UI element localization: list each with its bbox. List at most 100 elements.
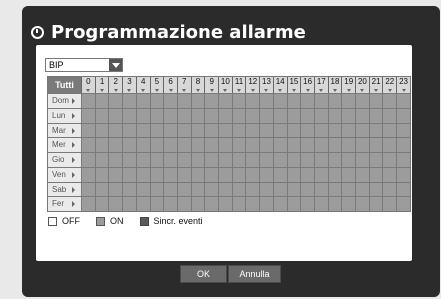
schedule-cell[interactable] — [218, 123, 232, 138]
hour-header-cell[interactable]: 17 — [313, 77, 328, 93]
schedule-cell[interactable] — [122, 182, 136, 197]
schedule-cell[interactable] — [163, 182, 177, 197]
schedule-cell[interactable] — [368, 94, 383, 108]
schedule-cell[interactable] — [396, 108, 410, 123]
schedule-cell[interactable] — [245, 138, 260, 152]
schedule-cell[interactable] — [231, 94, 246, 108]
hour-header-cell[interactable]: 0 — [81, 77, 95, 93]
hour-header-cell[interactable]: 11 — [231, 77, 246, 93]
schedule-cell[interactable] — [163, 197, 177, 211]
schedule-cell[interactable] — [286, 94, 301, 108]
schedule-cell[interactable] — [245, 197, 260, 211]
day-label[interactable]: Gio — [48, 153, 81, 167]
schedule-cell[interactable] — [190, 182, 205, 197]
schedule-cell[interactable] — [94, 94, 109, 108]
schedule-cell[interactable] — [259, 108, 273, 123]
schedule-cell[interactable] — [382, 123, 397, 138]
schedule-cell[interactable] — [300, 94, 314, 108]
schedule-cell[interactable] — [163, 108, 177, 123]
schedule-cell[interactable] — [94, 138, 109, 152]
schedule-cell[interactable] — [94, 167, 109, 182]
schedule-cell[interactable] — [396, 197, 410, 211]
schedule-cell[interactable] — [382, 153, 397, 167]
day-label[interactable]: Mer — [48, 138, 81, 152]
schedule-cell[interactable] — [327, 197, 342, 211]
schedule-cell[interactable] — [176, 108, 191, 123]
hour-header-cell[interactable]: 16 — [300, 77, 314, 93]
schedule-cell[interactable] — [327, 153, 342, 167]
schedule-cell[interactable] — [122, 153, 136, 167]
schedule-cell[interactable] — [341, 123, 356, 138]
schedule-cell[interactable] — [135, 108, 150, 123]
schedule-cell[interactable] — [94, 108, 109, 123]
schedule-cell[interactable] — [218, 167, 232, 182]
schedule-cell[interactable] — [355, 167, 369, 182]
schedule-cell[interactable] — [218, 108, 232, 123]
schedule-cell[interactable] — [108, 138, 123, 152]
schedule-cell[interactable] — [231, 153, 246, 167]
schedule-cell[interactable] — [149, 197, 164, 211]
schedule-cell[interactable] — [355, 138, 369, 152]
schedule-cell[interactable] — [368, 138, 383, 152]
schedule-cell[interactable] — [259, 94, 273, 108]
schedule-cell[interactable] — [286, 108, 301, 123]
schedule-cell[interactable] — [81, 167, 95, 182]
schedule-cell[interactable] — [122, 167, 136, 182]
schedule-cell[interactable] — [259, 182, 273, 197]
schedule-cell[interactable] — [231, 108, 246, 123]
schedule-cell[interactable] — [300, 153, 314, 167]
schedule-cell[interactable] — [313, 167, 328, 182]
schedule-cell[interactable] — [190, 108, 205, 123]
schedule-cell[interactable] — [176, 138, 191, 152]
schedule-cell[interactable] — [231, 123, 246, 138]
day-label[interactable]: Sab — [48, 182, 81, 197]
schedule-cell[interactable] — [204, 167, 219, 182]
schedule-cell[interactable] — [94, 123, 109, 138]
schedule-cell[interactable] — [341, 167, 356, 182]
schedule-cell[interactable] — [149, 153, 164, 167]
schedule-cell[interactable] — [108, 197, 123, 211]
hour-header-cell[interactable]: 10 — [218, 77, 232, 93]
schedule-cell[interactable] — [368, 182, 383, 197]
schedule-cell[interactable] — [204, 153, 219, 167]
schedule-cell[interactable] — [286, 197, 301, 211]
schedule-cell[interactable] — [204, 108, 219, 123]
schedule-cell[interactable] — [355, 182, 369, 197]
schedule-cell[interactable] — [163, 153, 177, 167]
schedule-cell[interactable] — [245, 108, 260, 123]
schedule-cell[interactable] — [204, 197, 219, 211]
day-label[interactable]: Lun — [48, 108, 81, 123]
schedule-cell[interactable] — [135, 138, 150, 152]
schedule-cell[interactable] — [368, 153, 383, 167]
schedule-cell[interactable] — [108, 123, 123, 138]
schedule-cell[interactable] — [94, 182, 109, 197]
schedule-cell[interactable] — [272, 138, 287, 152]
schedule-cell[interactable] — [355, 153, 369, 167]
schedule-cell[interactable] — [341, 182, 356, 197]
schedule-cell[interactable] — [327, 123, 342, 138]
schedule-cell[interactable] — [149, 94, 164, 108]
schedule-cell[interactable] — [245, 167, 260, 182]
schedule-cell[interactable] — [300, 138, 314, 152]
schedule-cell[interactable] — [149, 167, 164, 182]
schedule-cell[interactable] — [396, 94, 410, 108]
schedule-cell[interactable] — [313, 108, 328, 123]
schedule-cell[interactable] — [122, 138, 136, 152]
hour-header-cell[interactable]: 8 — [190, 77, 205, 93]
schedule-cell[interactable] — [286, 153, 301, 167]
schedule-cell[interactable] — [163, 94, 177, 108]
schedule-cell[interactable] — [368, 123, 383, 138]
schedule-cell[interactable] — [327, 94, 342, 108]
schedule-cell[interactable] — [231, 197, 246, 211]
hour-header-cell[interactable]: 4 — [135, 77, 150, 93]
schedule-cell[interactable] — [81, 153, 95, 167]
schedule-cell[interactable] — [190, 138, 205, 152]
schedule-cell[interactable] — [382, 197, 397, 211]
hour-header-cell[interactable]: 14 — [272, 77, 287, 93]
schedule-cell[interactable] — [355, 108, 369, 123]
schedule-cell[interactable] — [218, 153, 232, 167]
hour-header-cell[interactable]: 20 — [355, 77, 369, 93]
schedule-cell[interactable] — [313, 153, 328, 167]
schedule-cell[interactable] — [135, 94, 150, 108]
schedule-cell[interactable] — [272, 167, 287, 182]
